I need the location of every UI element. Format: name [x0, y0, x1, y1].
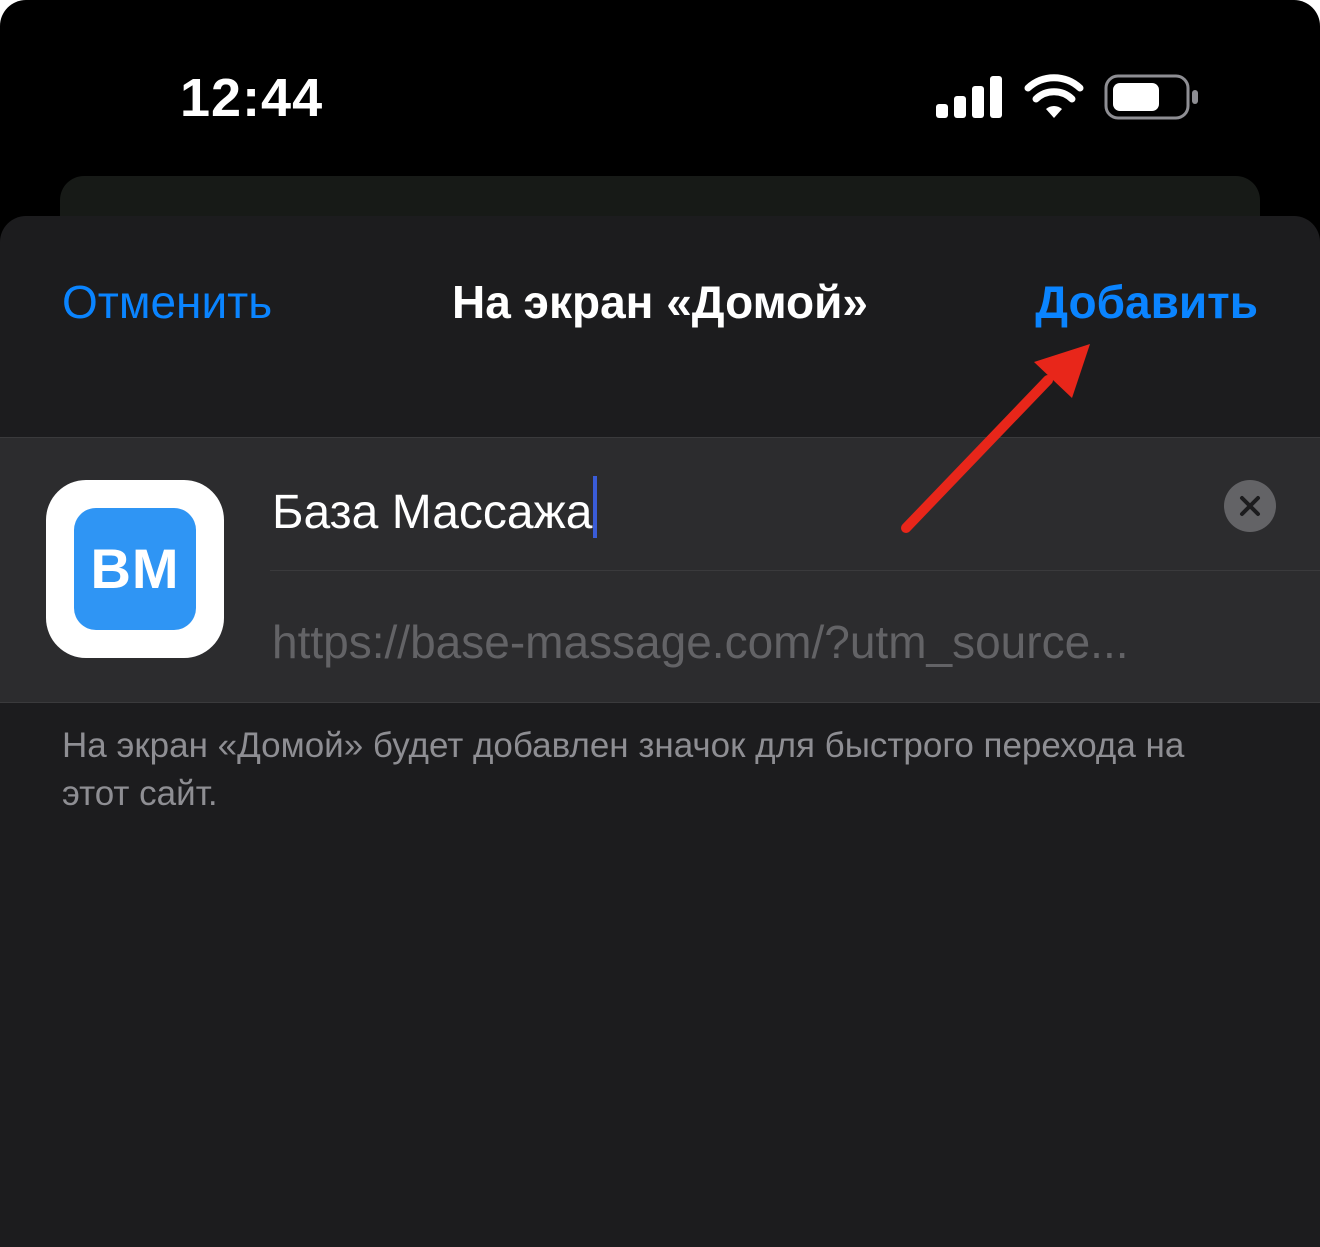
name-field[interactable]: База Массажа	[270, 438, 1320, 571]
sheet-nav-bar: Отменить На экран «Домой» Добавить	[0, 216, 1320, 396]
wifi-icon	[1024, 74, 1084, 118]
status-bar: 12:44	[0, 0, 1320, 180]
name-field-value[interactable]: База Массажа	[272, 476, 598, 541]
add-button[interactable]: Добавить	[1035, 274, 1258, 330]
text-cursor	[593, 476, 598, 538]
footer-note: На экран «Домой» будет добавлен значок д…	[62, 726, 1185, 813]
add-to-home-sheet: Отменить На экран «Домой» Добавить BM Ба…	[0, 216, 1320, 1247]
app-icon-logo: BM	[74, 508, 196, 630]
url-field: https://base-massage.com/?utm_source...	[272, 616, 1129, 668]
bookmark-form: BM База Массажа https://base-massage.com…	[0, 437, 1320, 703]
status-time: 12:44	[180, 68, 324, 128]
close-icon	[1240, 496, 1260, 516]
phone-screen: 12:44 Отменить На экран «Домой» Добавить	[0, 0, 1320, 1247]
cellular-signal-icon	[936, 76, 1002, 118]
battery-icon	[1104, 74, 1198, 120]
app-icon: BM	[46, 480, 224, 658]
name-field-text: База Массажа	[272, 486, 593, 539]
clear-text-button[interactable]	[1224, 480, 1276, 532]
